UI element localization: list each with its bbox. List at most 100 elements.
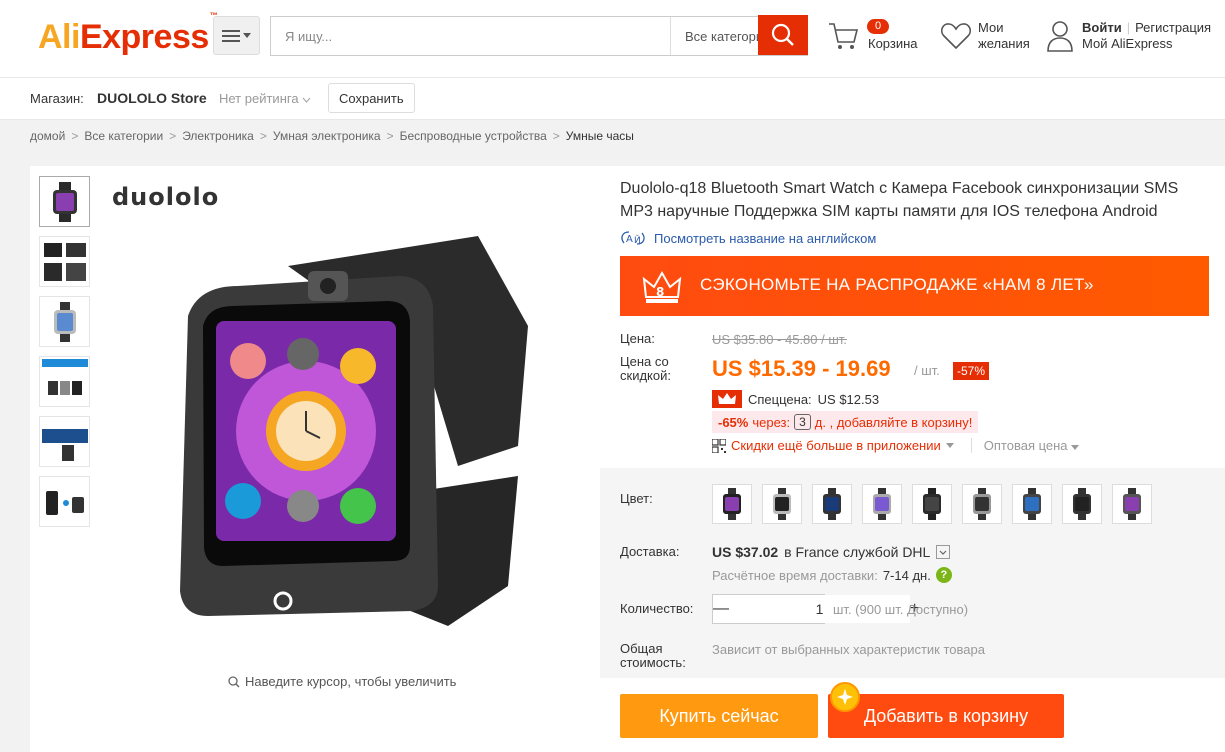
total-label-line-1: Общая: [620, 641, 663, 656]
shipping-options-dropdown[interactable]: [936, 545, 951, 559]
sparkle-badge-icon: [830, 682, 860, 712]
store-bar: Магазин: DUOLOLO Store Нет рейтинга Сохр…: [0, 78, 1225, 120]
qr-code-icon: [712, 438, 726, 453]
category-menu-button[interactable]: [213, 16, 260, 55]
watch-black-swatch-image: [1023, 488, 1041, 520]
quantity-decrease-button[interactable]: —: [713, 595, 729, 623]
breadcrumb-all-categories[interactable]: Все категории: [84, 129, 163, 143]
color-swatch-3[interactable]: [812, 484, 852, 524]
breadcrumb-separator: >: [552, 128, 560, 143]
aliexpress-logo[interactable]: AliExpress™: [38, 11, 218, 57]
watch-phone-thumbnail-image: [45, 490, 84, 515]
search-button[interactable]: [758, 15, 808, 55]
shipping-price: US $37.02: [712, 544, 779, 560]
discount-price: US $15.39 - 19.69: [712, 356, 891, 381]
coupon-days-box: 3: [794, 414, 811, 430]
coupon-countdown: -65% через: 3 д. , добавляйте в корзину!: [712, 411, 979, 433]
discount-label-line-2: скидкой:: [620, 368, 671, 383]
color-swatch-4[interactable]: [862, 484, 902, 524]
special-price-row: Спеццена: US $12.53: [712, 390, 879, 408]
breadcrumb-separator: >: [169, 128, 177, 143]
per-unit-label: / шт.: [914, 363, 940, 378]
color-swatch-9[interactable]: [1112, 484, 1152, 524]
breadcrumb-wireless-devices[interactable]: Беспроводные устройства: [400, 129, 547, 143]
cart-icon: [829, 22, 859, 49]
user-icon: [1047, 21, 1073, 52]
promo-banner-text: СЭКОНОМЬТЕ НА РАСПРОДАЖЕ «НАМ 8 ЛЕТ»: [700, 275, 1094, 294]
heart-icon: [941, 23, 971, 50]
app-discount-link[interactable]: Скидки ещё больше в приложении: [731, 438, 941, 453]
quantity-available: шт. (900 шт. Доступно): [833, 602, 969, 617]
delivery-eta: Расчётное время доставки: 7-14 дн. ?: [712, 567, 952, 583]
crown-badge-icon: [712, 390, 742, 408]
thumbnail-1[interactable]: [39, 176, 90, 227]
svg-text:8: 8: [656, 285, 664, 299]
color-swatch-8[interactable]: [1062, 484, 1102, 524]
search-bar: Все категории: [270, 16, 808, 56]
smartwatch-image: [180, 236, 528, 626]
buy-now-button[interactable]: Купить сейчас: [620, 694, 818, 738]
watch-black-swatch-image: [1073, 488, 1091, 520]
color-swatch-2[interactable]: [762, 484, 802, 524]
promo-banner[interactable]: 8 СЭКОНОМЬТЕ НА РАСПРОДАЖЕ «НАМ 8 ЛЕТ»: [620, 256, 1209, 316]
search-input[interactable]: [271, 17, 670, 55]
product-gallery: duololo Наведите курсор, чтобы увеличить: [30, 166, 600, 752]
color-swatch-5[interactable]: [912, 484, 952, 524]
wholesale-dropdown[interactable]: Оптовая цена: [970, 438, 1080, 453]
search-icon: [771, 23, 794, 46]
translate-title-link[interactable]: AЙ Посмотреть название на английском: [620, 230, 876, 246]
color-swatch-6[interactable]: [962, 484, 1002, 524]
thumbnail-5[interactable]: [39, 416, 90, 467]
store-label: Магазин:: [30, 91, 84, 106]
thumbnail-3[interactable]: [39, 296, 90, 347]
wishlist-label: Мои желания: [978, 20, 1030, 52]
my-account-link[interactable]: Мой AliExpress: [1082, 36, 1211, 52]
breadcrumb-smart-electronics[interactable]: Умная электроника: [273, 129, 381, 143]
breadcrumb-separator: >: [259, 128, 267, 143]
watch-silver-swatch-image: [873, 488, 891, 520]
product-info-panel: Duololo-q18 Bluetooth Smart Watch с Каме…: [600, 166, 1225, 752]
watch-black-swatch-image: [823, 488, 841, 520]
total-label: Общая стоимость:: [620, 642, 686, 670]
thumbnail-4[interactable]: [39, 356, 90, 407]
breadcrumb-home[interactable]: домой: [30, 129, 65, 143]
svg-text:A: A: [626, 234, 633, 245]
store-rating-label: Нет рейтинга: [219, 91, 299, 106]
special-price-value: US $12.53: [817, 391, 880, 407]
coupon-rest-text: д. , добавляйте в корзину!: [814, 414, 973, 430]
wishlist-link[interactable]: Мои желания: [940, 20, 1030, 52]
eta-label: Расчётное время доставки:: [712, 567, 878, 583]
register-link[interactable]: Регистрация: [1135, 20, 1211, 35]
thumbnail-2[interactable]: [39, 236, 90, 287]
delivery-label: Доставка:: [620, 544, 680, 559]
product-title: Duololo-q18 Bluetooth Smart Watch с Каме…: [620, 180, 1179, 220]
save-store-button[interactable]: Сохранить: [328, 83, 415, 113]
cart-link[interactable]: 0 Корзина: [828, 19, 918, 51]
breadcrumb-electronics[interactable]: Электроника: [182, 129, 254, 143]
login-link[interactable]: Войти: [1082, 20, 1122, 35]
color-swatch-7[interactable]: [1012, 484, 1052, 524]
add-to-cart-button[interactable]: Добавить в корзину: [828, 694, 1064, 738]
special-price-label: Спеццена:: [748, 391, 812, 407]
watch-colors-thumbnail-image: [41, 358, 88, 395]
cart-label: Корзина: [868, 36, 918, 51]
discount-badge: -57%: [953, 362, 990, 380]
help-icon[interactable]: ?: [935, 567, 952, 583]
store-rating-dropdown[interactable]: Нет рейтинга: [219, 91, 311, 106]
main-product-image[interactable]: [148, 206, 528, 666]
thumbnail-6[interactable]: [39, 476, 90, 527]
watch-black-swatch-image: [723, 488, 741, 520]
watch-black-swatch-image: [923, 488, 941, 520]
color-swatch-1[interactable]: [712, 484, 752, 524]
crown-8-icon: 8: [642, 270, 682, 303]
translate-icon: AЙ: [621, 231, 645, 246]
site-header: AliExpress™ Все категории 0 Корзина Мои …: [0, 0, 1225, 78]
store-name-link[interactable]: DUOLOLO Store: [97, 90, 207, 106]
caret-down-icon: [1071, 445, 1080, 450]
watch-black-swatch-image: [1123, 488, 1141, 520]
caret-down-icon: [243, 32, 251, 38]
price-label: Цена:: [620, 331, 655, 346]
wishlist-line-1: Мои: [978, 20, 1004, 35]
wishlist-line-2: желания: [978, 36, 1030, 51]
zoom-hint-text: Наведите курсор, чтобы увеличить: [245, 674, 457, 689]
